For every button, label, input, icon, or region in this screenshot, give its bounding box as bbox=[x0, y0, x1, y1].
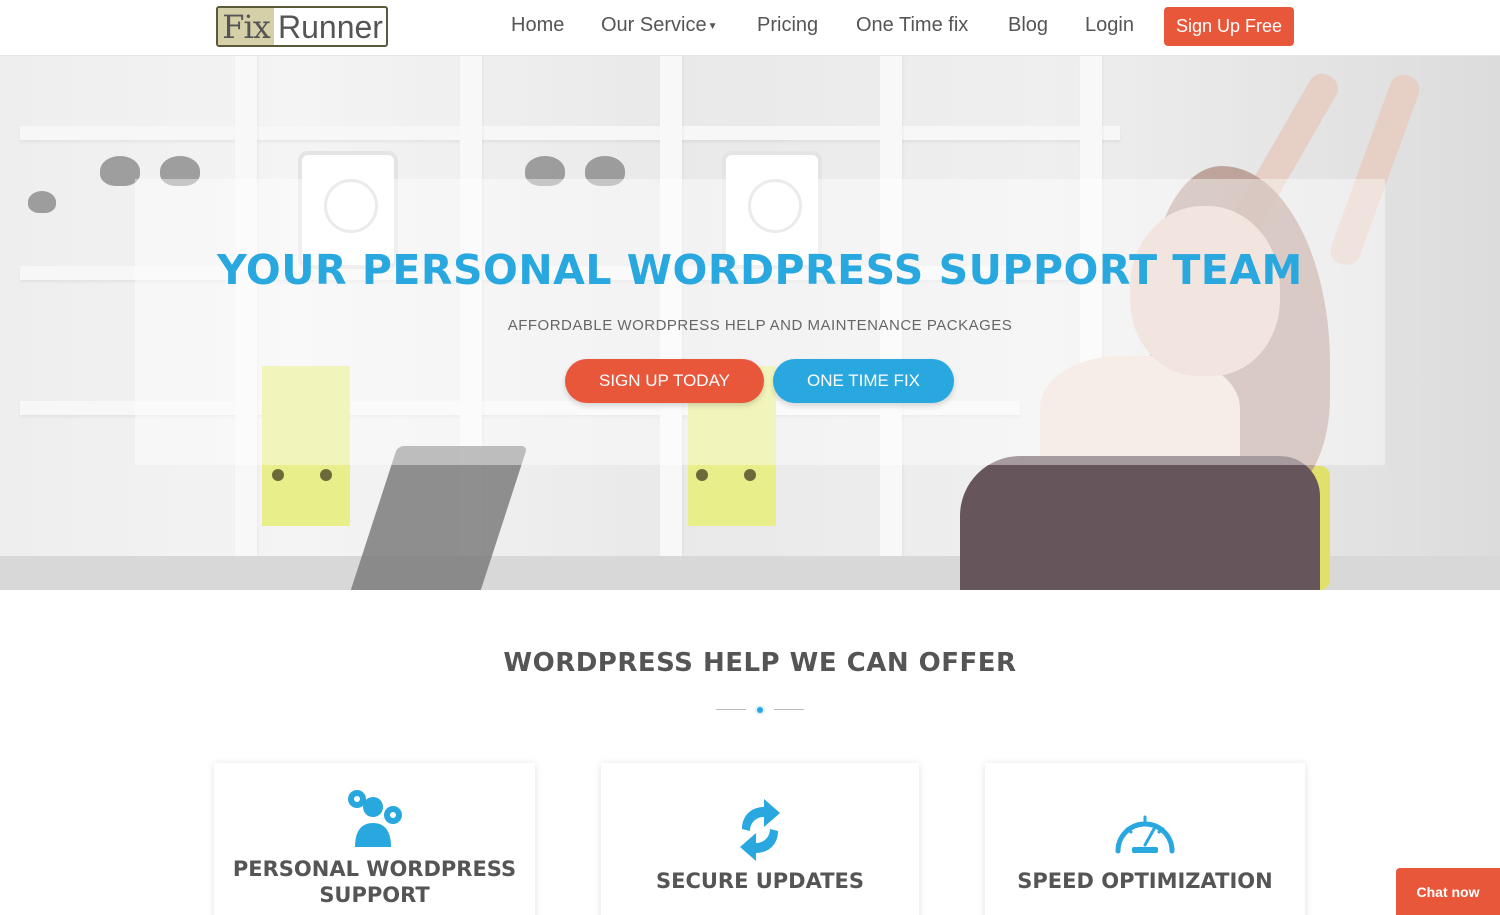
fixrunner-logo[interactable]: Fix Runner bbox=[216, 6, 388, 47]
logo-wordmark: Runner bbox=[278, 8, 383, 45]
section-divider bbox=[716, 704, 804, 716]
card-title: SPEED OPTIMIZATION bbox=[1017, 869, 1273, 893]
card-title-line2: SUPPORT bbox=[319, 883, 430, 907]
nav-our-service[interactable]: Our Service▼ bbox=[601, 14, 718, 37]
nav-one-time-fix[interactable]: One Time fix bbox=[856, 14, 968, 37]
nav-home[interactable]: Home bbox=[511, 14, 564, 37]
speedometer-icon bbox=[1115, 815, 1175, 854]
divider-dot-icon bbox=[755, 705, 765, 715]
card-title: SECURE UPDATES bbox=[655, 869, 865, 893]
service-card-speed-optimization[interactable]: SPEED OPTIMIZATION bbox=[985, 763, 1305, 915]
hero-title: YOUR PERSONAL WORDPRESS SUPPORT TEAM bbox=[217, 246, 1303, 294]
hero-subtitle: AFFORDABLE WORDPRESS HELP AND MAINTENANC… bbox=[507, 317, 1013, 334]
logo-fix-mark: Fix bbox=[218, 8, 274, 45]
nav-login[interactable]: Login bbox=[1085, 14, 1134, 37]
hero-section: YOUR PERSONAL WORDPRESS SUPPORT TEAM AFF… bbox=[0, 56, 1500, 590]
sign-up-free-button[interactable]: Sign Up Free bbox=[1164, 7, 1294, 46]
refresh-arrows-icon bbox=[740, 799, 780, 861]
service-card-personal-support[interactable]: PERSONAL WORDPRESS SUPPORT bbox=[214, 763, 535, 915]
service-card-secure-updates[interactable]: SECURE UPDATES bbox=[601, 763, 919, 915]
nav-pricing[interactable]: Pricing bbox=[757, 14, 818, 37]
sign-up-today-button[interactable]: SIGN UP TODAY bbox=[565, 359, 764, 403]
site-header: Fix Runner Home Our Service▼ Pricing One… bbox=[0, 0, 1500, 56]
one-time-fix-button[interactable]: ONE TIME FIX bbox=[773, 359, 954, 403]
services-heading: WORDPRESS HELP WE CAN OFFER bbox=[503, 648, 1017, 678]
nav-our-service-label: Our Service bbox=[601, 14, 707, 36]
card-title-line1: PERSONAL WORDPRESS bbox=[232, 857, 517, 881]
nav-blog[interactable]: Blog bbox=[1008, 14, 1048, 37]
chat-now-button[interactable]: Chat now bbox=[1396, 868, 1500, 915]
caret-down-icon: ▼ bbox=[707, 21, 718, 32]
team-gears-icon bbox=[347, 790, 402, 847]
